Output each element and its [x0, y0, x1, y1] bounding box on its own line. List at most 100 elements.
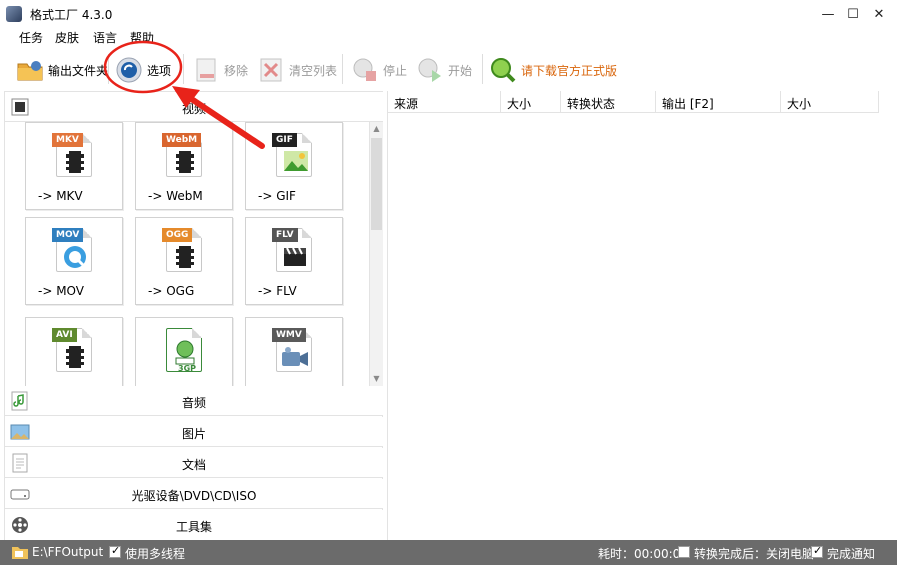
toolbar: 输出文件夹 选项 移除 清空列表 停止 开始 请下载官方正式版 [0, 48, 897, 90]
quicktime-icon [64, 246, 86, 268]
toolbar-separator [342, 54, 343, 84]
category-audio-label: 音频 [181, 396, 206, 410]
format-tile-ogg[interactable]: OGG -> OGG [135, 217, 233, 305]
film-icon [176, 246, 194, 268]
options-gear-icon [115, 56, 143, 84]
film-icon [176, 151, 194, 173]
format-tile-label: -> GIF [258, 189, 296, 203]
start-icon [416, 56, 444, 84]
download-official-link[interactable]: 请下载官方正式版 [489, 52, 617, 88]
toolbar-separator [183, 54, 184, 84]
format-tile-label: -> MKV [38, 189, 83, 203]
toolbar-separator [108, 54, 109, 84]
column-output[interactable]: 输出 [F2] [656, 91, 781, 113]
status-bar: E:\FFOutput 使用多线程 耗时：00:00:00 转换完成后：关闭电脑… [0, 540, 897, 565]
format-tile-label: -> MOV [38, 284, 84, 298]
clear-list-button[interactable]: 清空列表 [257, 52, 337, 88]
category-tools-label: 工具集 [175, 520, 212, 534]
notify-label: 完成通知 [827, 547, 876, 561]
format-badge: 3GP [178, 364, 196, 373]
category-document[interactable]: 文档 [5, 448, 383, 478]
scroll-up-arrow-icon[interactable]: ▲ [370, 122, 383, 136]
magnifier-icon [489, 56, 517, 84]
download-official-label: 请下载官方正式版 [521, 63, 618, 78]
menu-bar: 任务 皮肤 语言 帮助 [0, 27, 897, 47]
menu-skin[interactable]: 皮肤 [55, 29, 79, 46]
close-button[interactable]: ✕ [869, 4, 889, 24]
title-bar: 格式工厂 4.3.0 — ☐ ✕ [0, 0, 897, 27]
format-grid: MKV -> MKV WebM -> WebM GIF -> GIF MOV -… [5, 122, 369, 386]
category-video[interactable]: 视频 [5, 92, 383, 122]
after-convert-checkbox[interactable] [678, 546, 690, 558]
stop-button[interactable]: 停止 [351, 52, 407, 88]
output-folder-icon [12, 547, 28, 559]
maximize-button[interactable]: ☐ [843, 4, 863, 24]
clear-list-icon [257, 56, 285, 84]
format-tile-gif[interactable]: GIF -> GIF [245, 122, 343, 210]
start-button[interactable]: 开始 [416, 52, 472, 88]
category-rom-label: 光驱设备\DVD\CD\ISO [131, 489, 257, 503]
film-icon [66, 346, 84, 368]
format-tile-wmv[interactable]: WMV [245, 317, 343, 386]
start-label: 开始 [448, 63, 473, 78]
minimize-button[interactable]: — [818, 4, 838, 24]
menu-language[interactable]: 语言 [93, 29, 117, 46]
format-tile-label: -> OGG [148, 284, 195, 298]
after-convert-label[interactable]: 转换完成后：关闭电脑 [694, 545, 814, 562]
format-grid-scrollbar[interactable]: ▲ ▼ [369, 122, 383, 386]
column-output-size[interactable]: 大小 [781, 91, 879, 113]
category-panel: 视频 MKV -> MKV WebM -> WebM GIF -> GIF MO… [4, 91, 383, 540]
multithread-checkbox[interactable] [109, 544, 121, 558]
category-document-label: 文档 [181, 458, 206, 472]
options-label: 选项 [147, 63, 172, 78]
category-image[interactable]: 图片 [5, 417, 383, 447]
scroll-down-arrow-icon[interactable]: ▼ [370, 372, 383, 386]
format-tile-mkv[interactable]: MKV -> MKV [25, 122, 123, 210]
elapsed-time: 耗时：00:00:00 [598, 547, 688, 561]
format-badge: MOV [52, 228, 84, 242]
options-button[interactable]: 选项 [115, 52, 171, 88]
format-tile-label: -> WebM [148, 189, 203, 203]
clapperboard-icon [284, 248, 306, 266]
column-size[interactable]: 大小 [501, 91, 561, 113]
column-convert-status[interactable]: 转换状态 [561, 91, 656, 113]
format-badge: WMV [272, 328, 306, 342]
menu-help[interactable]: 帮助 [130, 29, 154, 46]
category-video-label: 视频 [181, 102, 206, 116]
format-badge: MKV [52, 133, 83, 147]
format-tile-label: -> FLV [258, 284, 297, 298]
task-list[interactable]: 来源 大小 转换状态 输出 [F2] 大小 [387, 91, 897, 540]
output-path[interactable]: E:\FFOutput [32, 545, 103, 559]
multithread-label: 使用多线程 [125, 547, 186, 561]
stop-label: 停止 [383, 63, 408, 78]
format-tile-webm[interactable]: WebM -> WebM [135, 122, 233, 210]
remove-icon [192, 56, 220, 84]
output-folder-button[interactable]: 输出文件夹 [16, 52, 108, 88]
format-badge: AVI [52, 328, 77, 342]
format-tile-mov[interactable]: MOV -> MOV [25, 217, 123, 305]
image-landscape-icon [284, 151, 308, 171]
category-tools[interactable]: 工具集 [5, 510, 383, 540]
menu-task[interactable]: 任务 [19, 29, 43, 46]
film-icon [66, 151, 84, 173]
window-title: 格式工厂 4.3.0 [30, 8, 113, 22]
format-tile-3gp[interactable]: 3GP [135, 317, 233, 386]
video-camera-icon [282, 347, 308, 366]
format-tile-flv[interactable]: FLV -> FLV [245, 217, 343, 305]
category-audio[interactable]: 音频 [5, 386, 383, 416]
column-source[interactable]: 来源 [388, 91, 501, 113]
format-tile-avi[interactable]: AVI [25, 317, 123, 386]
category-rom-device[interactable]: 光驱设备\DVD\CD\ISO [5, 479, 383, 509]
scroll-thumb[interactable] [371, 138, 382, 230]
remove-button[interactable]: 移除 [192, 52, 248, 88]
remove-label: 移除 [224, 63, 249, 78]
folder-icon [16, 56, 44, 84]
app-logo-icon [6, 6, 22, 22]
notify-checkbox[interactable] [811, 544, 823, 558]
format-badge: WebM [162, 133, 202, 147]
category-image-label: 图片 [181, 427, 206, 441]
format-badge: OGG [162, 228, 193, 242]
toolbar-separator [482, 54, 483, 84]
stop-icon [351, 56, 379, 84]
output-folder-label: 输出文件夹 [48, 63, 109, 78]
